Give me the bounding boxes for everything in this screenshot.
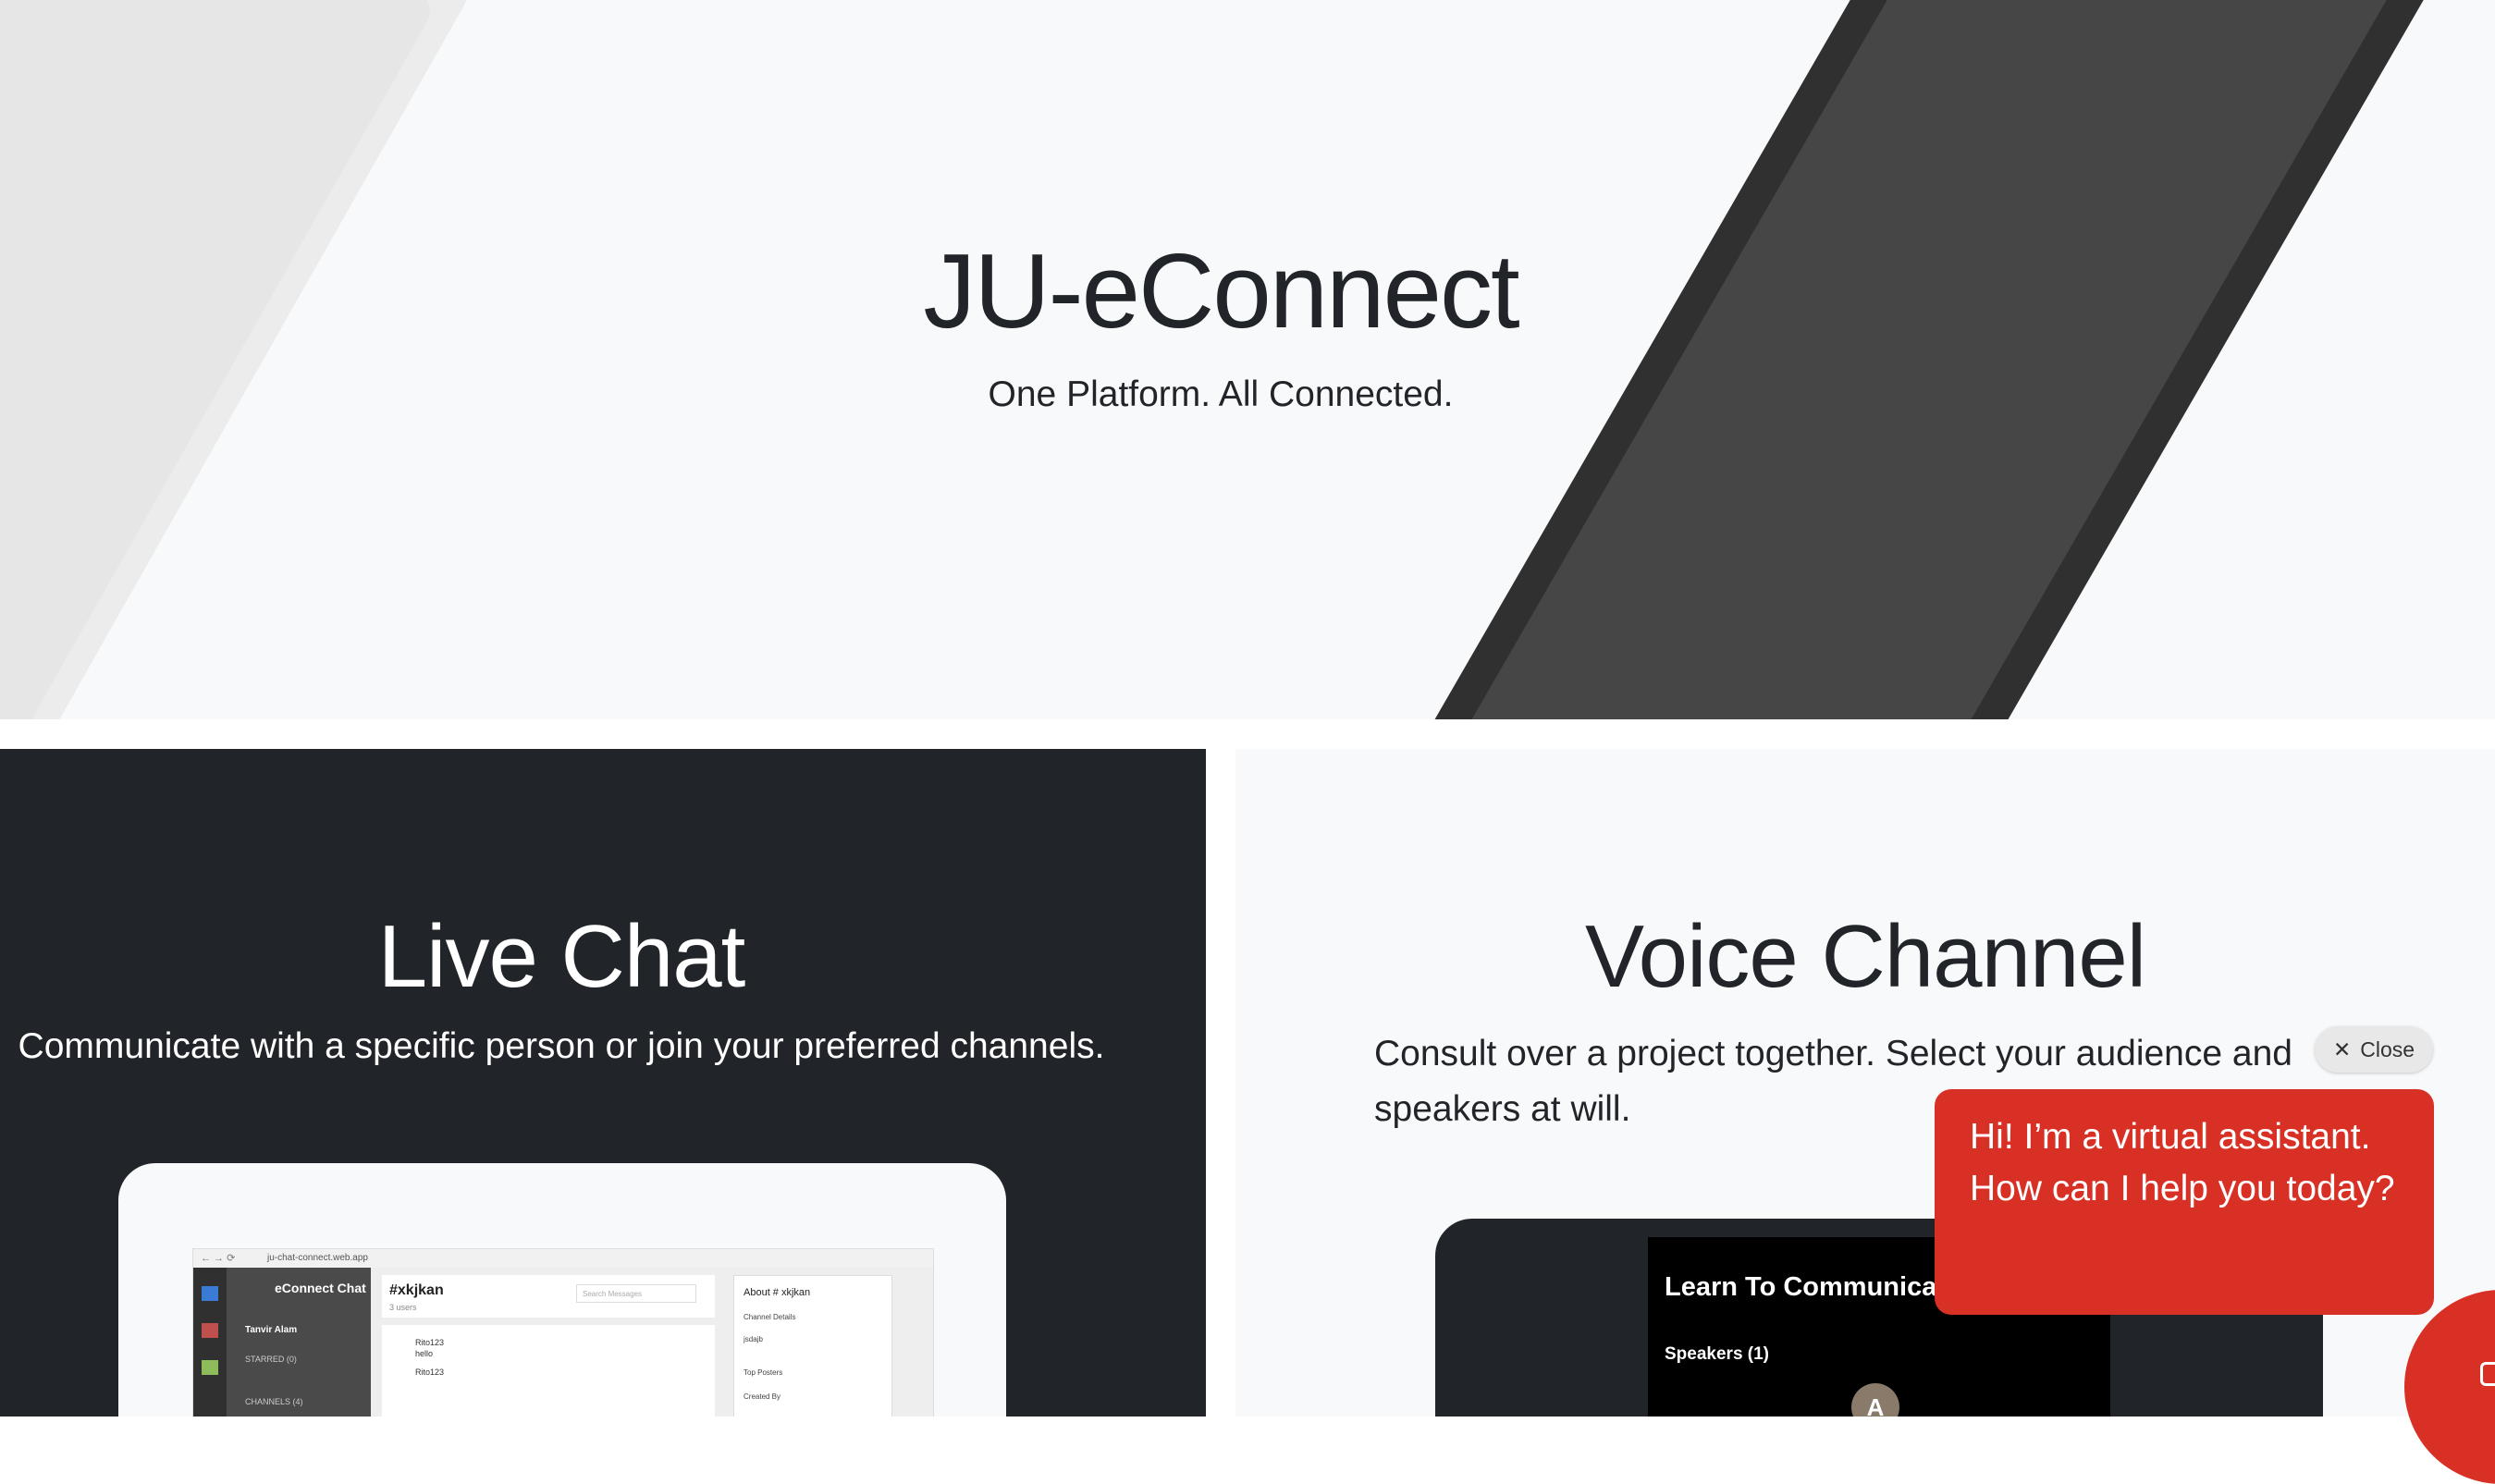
message-search: Search Messages bbox=[576, 1284, 696, 1303]
about-row: Channel Details bbox=[744, 1313, 796, 1321]
hero-title: JU-eConnect bbox=[923, 233, 1519, 350]
chat-user: Tanvir Alam bbox=[245, 1325, 298, 1335]
workspace-icon bbox=[202, 1360, 218, 1375]
phone-illustration-dark bbox=[1353, 0, 2488, 719]
workspace-icon bbox=[202, 1323, 218, 1338]
about-row: jsdajb bbox=[744, 1335, 763, 1343]
phone-illustration-light bbox=[0, 0, 496, 719]
chat-app-screenshot: ← → ⟳ ju-chat-connect.web.app eConnect C… bbox=[192, 1248, 934, 1417]
speaker-avatar: A bbox=[1851, 1383, 1899, 1417]
assistant-message: Hi! I’m a virtual assistant. How can I h… bbox=[1970, 1117, 2395, 1208]
live-chat-section: Live Chat Communicate with a specific pe… bbox=[0, 749, 1206, 1417]
about-title: About # xkjkan bbox=[744, 1287, 811, 1298]
message-author: Rito123 bbox=[415, 1338, 445, 1347]
browser-url: ju-chat-connect.web.app bbox=[267, 1253, 368, 1263]
message-list: Rito123 hello Rito123 bbox=[382, 1325, 715, 1417]
channel-users: 3 users bbox=[389, 1303, 417, 1312]
channel-header: #xkjkan 3 users Search Messages bbox=[382, 1275, 715, 1318]
live-chat-title: Live Chat bbox=[377, 907, 746, 1006]
live-chat-preview-card: ← → ⟳ ju-chat-connect.web.app eConnect C… bbox=[118, 1163, 1006, 1417]
about-row: Created By bbox=[744, 1392, 781, 1401]
message-text: hello bbox=[415, 1349, 434, 1358]
workspace-rail bbox=[193, 1268, 227, 1417]
chat-icon bbox=[2480, 1362, 2495, 1386]
message-author: Rito123 bbox=[415, 1367, 445, 1377]
chat-main: #xkjkan 3 users Search Messages Rito123 … bbox=[371, 1268, 933, 1417]
voice-channel-section: Voice Channel Consult over a project tog… bbox=[1235, 749, 2495, 1417]
voice-room-title: Learn To Communicate bbox=[1665, 1272, 1961, 1302]
add-workspace-icon bbox=[202, 1286, 218, 1301]
assistant-close-button[interactable]: ✕ Close bbox=[2315, 1026, 2433, 1073]
channel-name: #xkjkan bbox=[389, 1282, 444, 1298]
voice-channel-title: Voice Channel bbox=[1584, 907, 2146, 1006]
hero-subtitle: One Platform. All Connected. bbox=[988, 374, 1454, 414]
close-label: Close bbox=[2360, 1037, 2415, 1061]
browser-nav-icons: ← → ⟳ bbox=[201, 1253, 236, 1264]
live-chat-description: Communicate with a specific person or jo… bbox=[18, 1026, 1105, 1066]
starred-label: STARRED (0) bbox=[245, 1355, 297, 1364]
close-icon: ✕ bbox=[2332, 1037, 2352, 1061]
about-panel: About # xkjkan Channel Details jsdajb To… bbox=[733, 1275, 892, 1417]
chat-sidebar: eConnect Chat Tanvir Alam STARRED (0) CH… bbox=[227, 1268, 371, 1417]
assistant-greeting-bubble[interactable]: Hi! I’m a virtual assistant. How can I h… bbox=[1935, 1089, 2434, 1315]
speakers-label: Speakers (1) bbox=[1665, 1344, 1770, 1364]
channels-label: CHANNELS (4) bbox=[245, 1397, 303, 1406]
chat-brand: eConnect Chat bbox=[275, 1281, 366, 1295]
about-row: Top Posters bbox=[744, 1368, 783, 1377]
browser-address-bar: ← → ⟳ ju-chat-connect.web.app bbox=[193, 1249, 933, 1268]
hero-section: JU-eConnect One Platform. All Connected. bbox=[0, 0, 2495, 719]
